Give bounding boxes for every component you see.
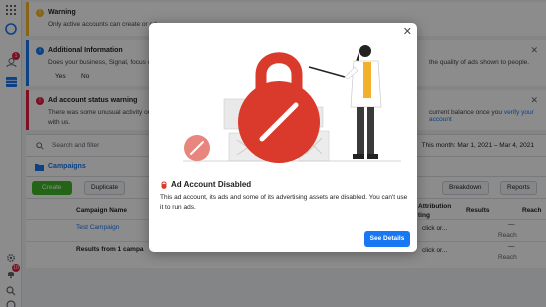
disabled-account-illustration: [183, 45, 401, 163]
dialog-message: This ad account, its ads and some of its…: [160, 194, 408, 211]
dialog-title: Ad Account Disabled: [171, 180, 252, 189]
see-details-button[interactable]: See Details: [364, 231, 410, 247]
dialog-title-row: Ad Account Disabled: [160, 180, 251, 189]
lock-error-icon: [161, 180, 167, 189]
account-disabled-dialog: ✕ Ad Account Disabled This ad account, i…: [149, 23, 417, 252]
